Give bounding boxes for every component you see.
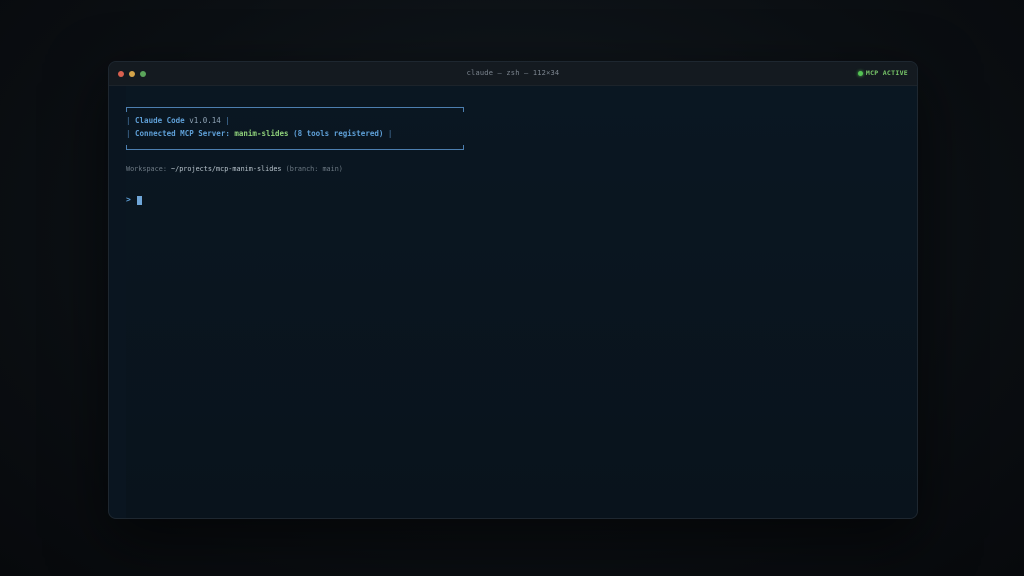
command-prompt[interactable]: > <box>126 193 142 205</box>
text-cursor[interactable] <box>136 196 142 205</box>
terminal-window: claude — zsh — 112×34 MCP ACTIVE | Claud… <box>108 61 918 519</box>
app-name: Claude Code <box>135 116 185 125</box>
workspace-label: Workspace: <box>126 165 167 173</box>
workspace-branch: (branch: main) <box>285 165 343 173</box>
prompt-chevron-icon: > <box>126 194 131 204</box>
server-name: manim-slides <box>234 129 289 138</box>
desktop: { "window": { "title": "claude — zsh — 1… <box>0 0 1024 576</box>
workspace-line: Workspace: ~/projects/mcp-manim-slides (… <box>126 165 343 173</box>
status-dot-icon <box>857 70 863 76</box>
mcp-status-label: MCP ACTIVE <box>865 69 908 77</box>
welcome-banner: | Claude Code v1.0.14 | | Connected MCP … <box>126 107 464 150</box>
terminal-output[interactable]: | Claude Code v1.0.14 | | Connected MCP … <box>126 86 917 518</box>
banner-line-server: | Connected MCP Server: manim-slides (8 … <box>126 129 393 138</box>
app-version: v1.0.14 <box>189 116 221 125</box>
window-title: claude — zsh — 112×34 <box>466 69 560 77</box>
title-bar: claude — zsh — 112×34 MCP ACTIVE <box>109 62 917 86</box>
banner-line-app: | Claude Code v1.0.14 | <box>126 116 230 125</box>
tools-count: (8 tools registered) <box>293 129 384 138</box>
workspace-path: ~/projects/mcp-manim-slides <box>171 165 282 173</box>
connected-label: Connected MCP Server: <box>135 129 230 138</box>
mcp-status-badge: MCP ACTIVE <box>857 69 908 77</box>
